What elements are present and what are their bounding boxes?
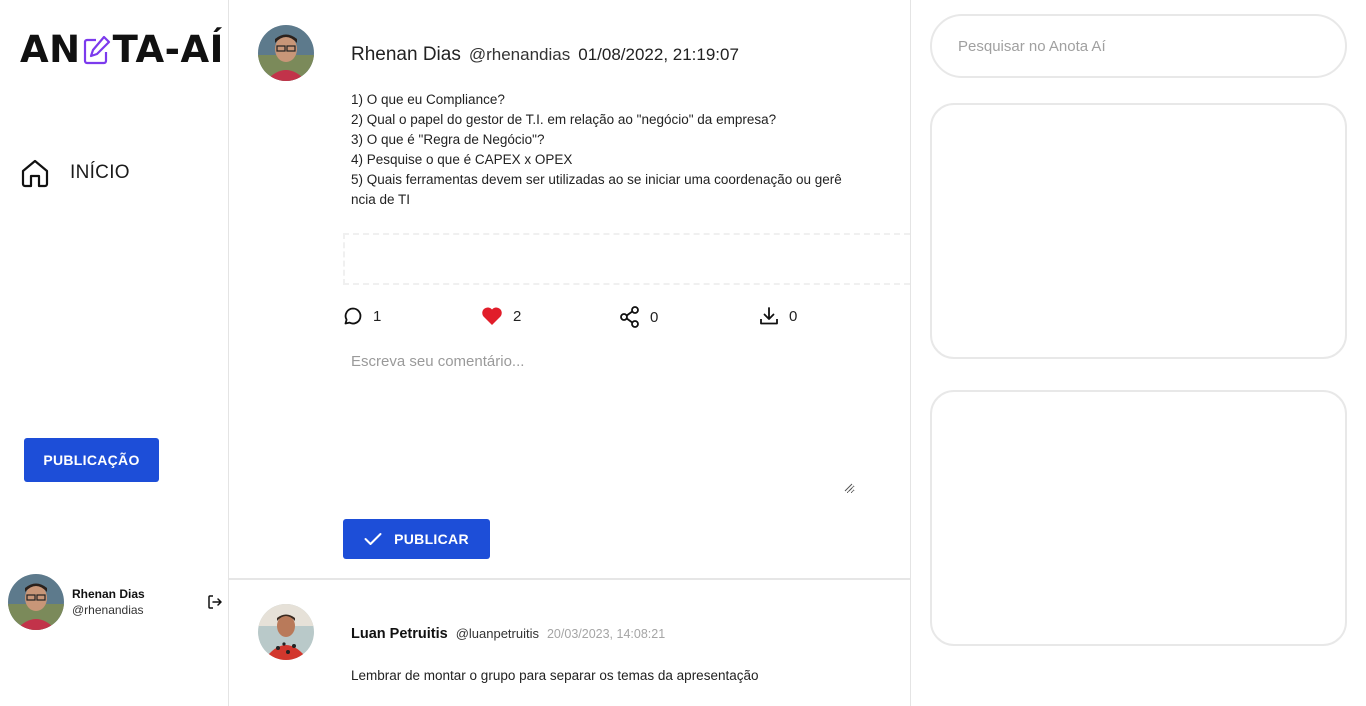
post-author-avatar[interactable] [258, 25, 314, 81]
logout-button[interactable] [207, 594, 223, 615]
post-timestamp: 20/03/2023, 14:08:21 [546, 627, 666, 641]
publish-comment-label: PUBLICAR [394, 531, 469, 547]
post-card: Luan Petruitis @luanpetruitis 20/03/2023… [229, 582, 910, 706]
resize-grip-icon[interactable] [843, 482, 853, 492]
attachment-area [343, 233, 910, 285]
current-user-card: Rhenan Dias @rhenandias [8, 574, 223, 630]
post-line: ncia de TI [351, 192, 411, 207]
heart-icon [482, 307, 502, 325]
like-count: 2 [513, 307, 522, 325]
post-body: Lembrar de montar o grupo para separar o… [351, 668, 759, 683]
nav-item-home[interactable]: INÍCIO [20, 158, 130, 188]
check-icon [364, 533, 382, 545]
current-user-handle: @rhenandias [72, 603, 144, 617]
post-line: 5) Quais ferramentas devem ser utilizada… [351, 172, 842, 187]
post-author-name[interactable]: Luan Petruitis [351, 626, 448, 642]
download-action[interactable]: 0 [759, 306, 797, 326]
user-avatar-image [258, 25, 314, 81]
user-avatar-image [8, 574, 64, 630]
post-author-name[interactable]: Rhenan Dias [351, 44, 461, 66]
publish-comment-button[interactable]: PUBLICAR [343, 519, 490, 559]
post-author-avatar[interactable] [258, 604, 314, 660]
current-user-name: Rhenan Dias [72, 587, 145, 601]
post-line: 4) Pesquise o que é CAPEX x OPEX [351, 152, 573, 167]
comment-icon [344, 307, 362, 325]
share-icon [620, 306, 639, 328]
post-line: 1) O que eu Compliance? [351, 92, 505, 107]
search-input[interactable] [930, 14, 1347, 78]
edit-square-icon [83, 35, 110, 64]
user-avatar-image [258, 604, 314, 660]
post-timestamp: 01/08/2022, 21:19:07 [578, 45, 739, 64]
new-publication-button[interactable]: PUBLICAÇÃO [24, 438, 159, 482]
feed: Rhenan Dias @rhenandias 01/08/2022, 21:1… [228, 0, 911, 706]
logo-text-right: TA-AÍ [112, 28, 224, 71]
comment-action[interactable]: 1 [343, 306, 381, 326]
post-header: Luan Petruitis @luanpetruitis 20/03/2023… [351, 626, 665, 642]
comment-input[interactable] [343, 344, 855, 494]
post-body: 1) O que eu Compliance? 2) Qual o papel … [351, 90, 861, 210]
post-header: Rhenan Dias @rhenandias 01/08/2022, 21:1… [351, 44, 739, 66]
app-logo[interactable]: AN TA-AÍ [20, 28, 224, 71]
post-line: 2) Qual o papel do gestor de T.I. em rel… [351, 112, 777, 127]
post-author-handle[interactable]: @rhenandias [469, 45, 570, 65]
avatar[interactable] [8, 574, 64, 630]
sidebar: AN TA-AÍ INÍCIO PUBLICAÇÃO Rhenan Dias @… [0, 0, 228, 706]
post-line: 3) O que é "Regra de Negócio"? [351, 132, 545, 147]
post-card: Rhenan Dias @rhenandias 01/08/2022, 21:1… [229, 0, 910, 580]
post-actions: 1 2 0 0 [343, 306, 883, 330]
share-count: 0 [650, 308, 659, 326]
download-icon [760, 307, 778, 325]
download-count: 0 [789, 307, 798, 325]
home-icon [21, 159, 49, 188]
widget-panel-1 [930, 103, 1347, 359]
logo-text-left: AN [20, 28, 81, 71]
logout-icon [208, 595, 222, 609]
like-action[interactable]: 2 [481, 306, 521, 326]
current-user-names: Rhenan Dias @rhenandias [72, 587, 145, 617]
share-action[interactable]: 0 [620, 306, 658, 328]
widget-panel-2 [930, 390, 1347, 646]
nav-item-home-label: INÍCIO [70, 162, 130, 183]
comment-count: 1 [373, 307, 382, 325]
post-author-handle[interactable]: @luanpetruitis [456, 626, 539, 641]
